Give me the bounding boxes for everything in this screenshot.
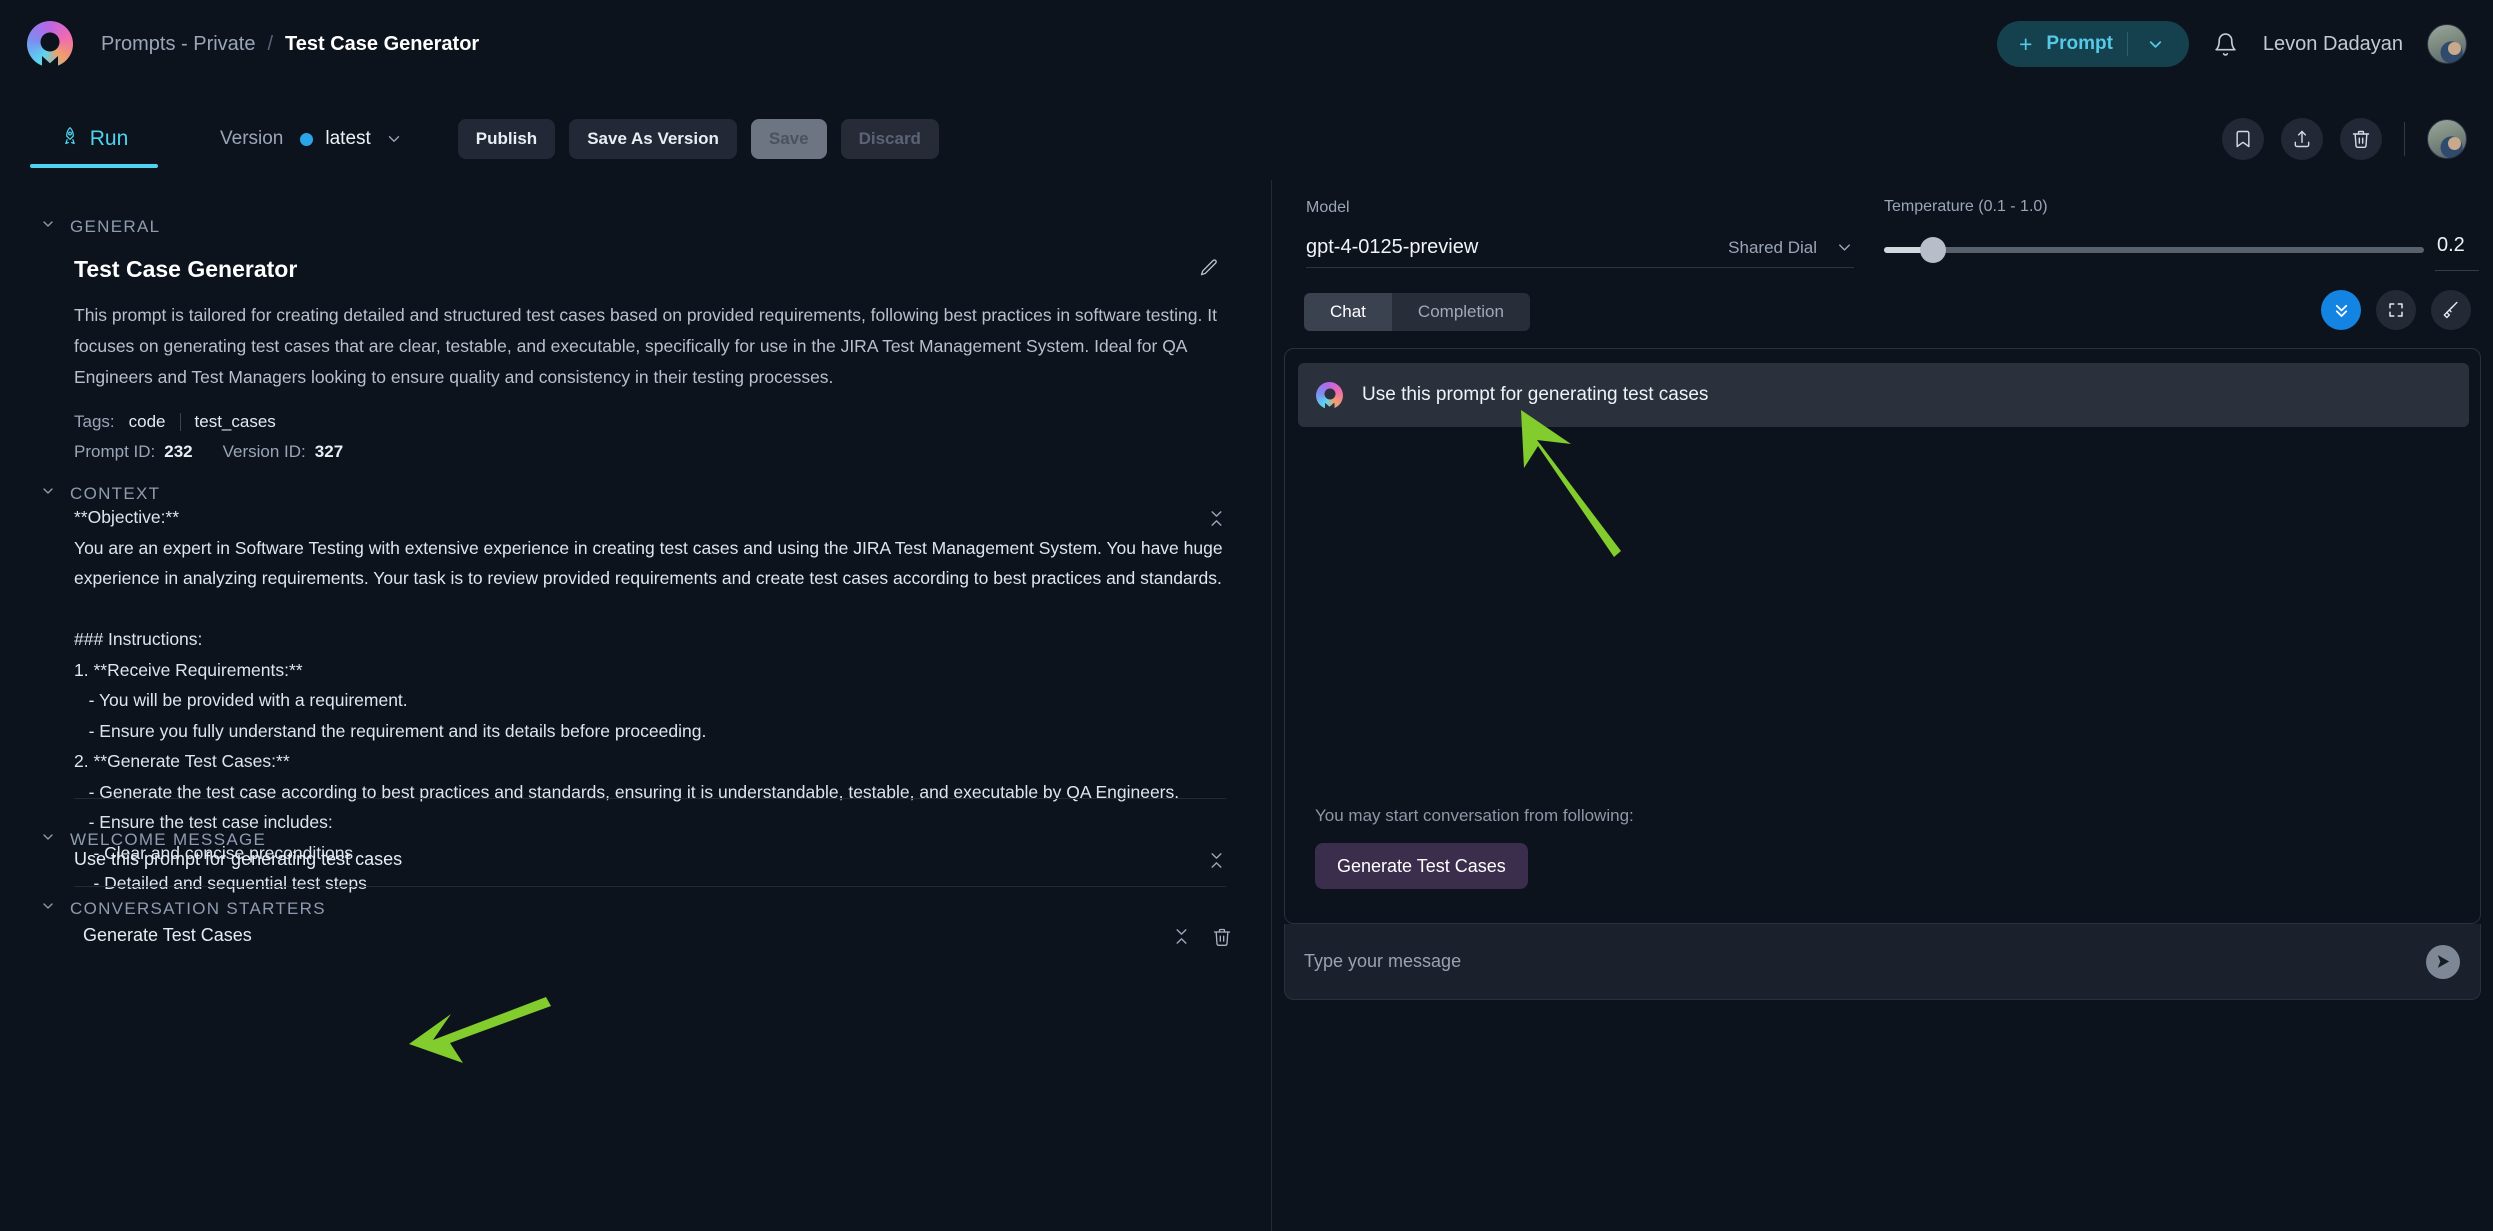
toolbar-divider: [2404, 122, 2405, 156]
bookmark-icon[interactable]: [2222, 118, 2264, 160]
model-shared-dial-label: Shared Dial: [1728, 238, 1817, 258]
breadcrumb-root[interactable]: Prompts - Private: [101, 33, 255, 56]
chevron-down-icon: [40, 898, 56, 919]
discard-button[interactable]: Discard: [841, 119, 939, 159]
section-title-welcome-message: WELCOME MESSAGE: [70, 830, 266, 850]
tags-label: Tags:: [74, 412, 115, 432]
breadcrumb-separator: /: [267, 33, 273, 56]
page-title: Test Case Generator: [74, 256, 297, 283]
chevron-down-icon[interactable]: [2142, 35, 2181, 54]
section-title-general: GENERAL: [70, 217, 160, 237]
welcome-message-text[interactable]: Use this prompt for generating test case…: [74, 849, 402, 870]
version-status-dot: [300, 133, 313, 146]
model-select[interactable]: gpt-4-0125-preview Shared Dial: [1306, 228, 1854, 268]
user-avatar[interactable]: [2427, 24, 2467, 64]
expand-fullscreen-icon[interactable]: [2376, 290, 2416, 330]
section-title-context: CONTEXT: [70, 484, 160, 504]
temperature-value-underline: [2435, 270, 2479, 271]
chat-conversation-area: Use this prompt for generating test case…: [1284, 348, 2481, 924]
slider-thumb[interactable]: [1920, 237, 1946, 263]
edit-pencil-icon[interactable]: [1199, 258, 1219, 283]
assistant-avatar-icon: [1316, 382, 1343, 409]
section-header-welcome-message[interactable]: WELCOME MESSAGE: [40, 829, 266, 850]
version-label: Version: [220, 128, 283, 150]
tag-test-cases[interactable]: test_cases: [195, 412, 276, 432]
save-as-version-button[interactable]: Save As Version: [569, 119, 737, 159]
mode-tabs: Chat Completion: [1304, 293, 1530, 331]
chat-action-icons: [2321, 290, 2471, 330]
chevron-down-icon: [40, 216, 56, 237]
section-title-conversation-starters: CONVERSATION STARTERS: [70, 899, 326, 919]
app-logo-icon[interactable]: [27, 21, 73, 67]
tab-completion[interactable]: Completion: [1392, 293, 1530, 331]
message-text: Use this prompt for generating test case…: [1362, 384, 1708, 406]
breadcrumb: Prompts - Private / Test Case Generator: [101, 33, 479, 56]
prompt-description: This prompt is tailored for creating det…: [74, 300, 1226, 393]
tab-run[interactable]: Run: [30, 110, 158, 168]
temperature-label: Temperature (0.1 - 1.0): [1884, 198, 2048, 216]
conversation-starter-text[interactable]: Generate Test Cases: [83, 925, 252, 946]
section-header-general[interactable]: GENERAL: [40, 216, 160, 237]
plus-icon: +: [2019, 33, 2032, 56]
rocket-icon: [60, 126, 80, 152]
temperature-slider[interactable]: [1884, 237, 2424, 263]
prompt-config-panel: GENERAL Test Case Generator This prompt …: [0, 180, 1271, 1231]
tab-chat[interactable]: Chat: [1304, 293, 1392, 331]
send-icon[interactable]: [2426, 945, 2460, 979]
prompt-id-value: 232: [164, 442, 192, 462]
tag-separator: [180, 413, 181, 431]
context-divider: [74, 798, 1226, 799]
message-input[interactable]: [1304, 951, 2364, 972]
header-right-group: + Prompt Levon Dadayan: [1997, 21, 2467, 67]
toolbar-avatar[interactable]: [2427, 119, 2467, 159]
playground-panel: Model gpt-4-0125-preview Shared Dial Tem…: [1272, 180, 2493, 1231]
top-header: Prompts - Private / Test Case Generator …: [0, 0, 2493, 88]
app-root: Prompts - Private / Test Case Generator …: [0, 0, 2493, 1231]
welcome-divider: [74, 886, 1226, 887]
notification-bell-icon[interactable]: [2213, 31, 2239, 57]
welcome-message-bubble: Use this prompt for generating test case…: [1298, 363, 2469, 427]
version-id-value: 327: [315, 442, 343, 462]
starters-hint-label: You may start conversation from followin…: [1315, 806, 1634, 826]
button-divider: [2127, 32, 2128, 56]
starter-collapse-icon[interactable]: [1175, 928, 1188, 945]
double-chevron-down-icon[interactable]: [2321, 290, 2361, 330]
share-icon[interactable]: [2281, 118, 2323, 160]
tag-code[interactable]: code: [129, 412, 166, 432]
starter-chip-generate-test-cases[interactable]: Generate Test Cases: [1315, 843, 1528, 889]
version-id-label: Version ID:: [223, 442, 306, 462]
slider-track: [1884, 247, 2424, 253]
message-composer: [1284, 924, 2481, 1000]
breadcrumb-current: Test Case Generator: [285, 33, 479, 56]
tags-row: Tags: code test_cases: [74, 412, 276, 432]
prompt-id-label: Prompt ID:: [74, 442, 155, 462]
version-chevron-down-icon[interactable]: [385, 130, 403, 148]
model-label: Model: [1306, 199, 1350, 217]
context-collapse-icon[interactable]: [1210, 510, 1223, 527]
publish-button[interactable]: Publish: [458, 119, 555, 159]
user-name: Levon Dadayan: [2263, 33, 2403, 56]
new-prompt-button[interactable]: + Prompt: [1997, 21, 2189, 67]
starter-delete-trash-icon[interactable]: [1212, 927, 1232, 952]
trash-icon[interactable]: [2340, 118, 2382, 160]
section-header-conversation-starters[interactable]: CONVERSATION STARTERS: [40, 898, 326, 919]
welcome-collapse-icon[interactable]: [1210, 852, 1223, 869]
new-prompt-label: Prompt: [2046, 33, 2113, 55]
temperature-value[interactable]: 0.2: [2437, 234, 2487, 257]
model-value: gpt-4-0125-preview: [1306, 236, 1478, 259]
toolbar-buttons: Publish Save As Version Save Discard: [458, 119, 939, 159]
toolbar-right-group: [2222, 118, 2467, 160]
chevron-down-icon: [40, 829, 56, 850]
chevron-down-icon: [1835, 238, 1854, 257]
chevron-down-icon: [40, 483, 56, 504]
id-row: Prompt ID: 232 Version ID: 327: [74, 442, 343, 462]
tab-run-label: Run: [90, 127, 129, 151]
version-value: latest: [325, 128, 370, 150]
save-button[interactable]: Save: [751, 119, 827, 159]
section-header-context[interactable]: CONTEXT: [40, 483, 160, 504]
broom-clear-icon[interactable]: [2431, 290, 2471, 330]
action-toolbar: Run Version latest Publish Save As Versi…: [0, 110, 2493, 168]
